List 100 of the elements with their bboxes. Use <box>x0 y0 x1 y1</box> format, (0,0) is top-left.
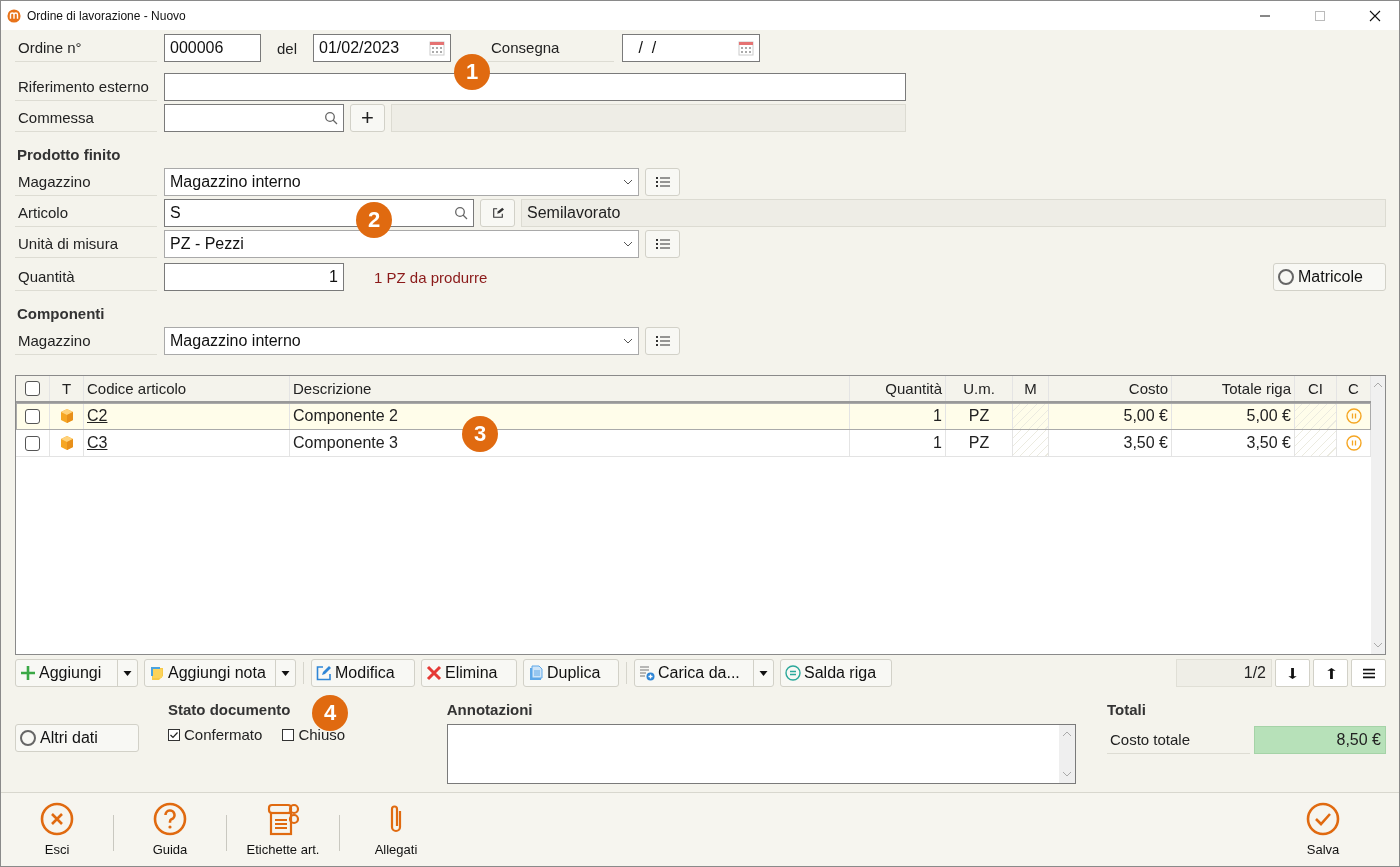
callout-number: 1 <box>454 54 490 90</box>
toolbar-button[interactable]: Aggiungi <box>15 659 138 687</box>
page-counter: 1/2 <box>1176 659 1272 687</box>
column-header[interactable]: Totale riga <box>1221 380 1291 397</box>
edit-button[interactable] <box>480 199 515 227</box>
delivery-date-field[interactable]: / / <box>622 34 761 62</box>
total-cost-value: 8,50 € <box>1254 726 1386 754</box>
column-header[interactable]: U.m. <box>963 380 995 397</box>
field-label: Consegna <box>488 34 615 62</box>
document-plus-icon <box>639 665 655 681</box>
pause-circle-icon <box>1345 435 1362 451</box>
field-label: Magazzino <box>15 327 157 355</box>
calendar-icon[interactable] <box>429 40 446 56</box>
section-title: Annotazioni <box>446 700 534 720</box>
field-label: Quantità <box>15 263 157 291</box>
field-label: Riferimento esterno <box>15 73 157 101</box>
table-cell: PZ <box>968 407 990 425</box>
field-label: Unità di misura <box>15 230 157 258</box>
checkbox[interactable] <box>282 728 295 741</box>
chevron-down-icon <box>623 241 633 247</box>
calendar-icon[interactable] <box>738 40 755 56</box>
table-cell: 3,50 € <box>1246 434 1291 452</box>
job-search-field[interactable] <box>164 104 344 132</box>
column-header[interactable]: Descrizione <box>293 380 372 397</box>
toolbar-button[interactable]: Aggiungi nota <box>144 659 296 687</box>
table-cell: 5,00 € <box>1123 407 1168 425</box>
footer-button[interactable]: Salva <box>1267 802 1379 857</box>
cube-icon <box>58 435 75 451</box>
caret-icon <box>281 670 290 676</box>
app-logo-icon <box>7 8 21 23</box>
edit-icon <box>490 207 505 219</box>
field-label: Commessa <box>15 104 157 132</box>
warehouse-select[interactable]: Magazzino interno <box>164 327 639 355</box>
footer-button[interactable]: Etichette art. <box>227 802 339 857</box>
other-data-button[interactable]: Altri dati <box>15 724 139 752</box>
warehouse-select[interactable]: Magazzino interno <box>164 168 639 196</box>
plus-icon <box>20 665 36 681</box>
table-cell: Componente 3 <box>293 434 398 452</box>
column-header[interactable]: Codice articolo <box>87 380 187 397</box>
table-cell: 1 <box>933 434 942 452</box>
field-label: Articolo <box>15 199 157 227</box>
column-header[interactable]: CI <box>1308 380 1323 397</box>
table-cell: 5,00 € <box>1246 407 1291 425</box>
callout-number: 4 <box>312 695 348 731</box>
article-code-link[interactable]: C3 <box>87 434 108 452</box>
label-printer-icon <box>266 802 300 836</box>
search-icon <box>324 111 338 125</box>
select-all-checkbox[interactable] <box>25 381 40 396</box>
field-label: Costo totale <box>1107 726 1250 754</box>
checkbox[interactable] <box>168 728 180 741</box>
table-cell: Componente 2 <box>293 407 398 425</box>
document-icon <box>528 665 544 681</box>
column-header[interactable]: Quantità <box>885 380 942 397</box>
date-field[interactable]: 01/02/2023 <box>313 34 452 62</box>
toolbar-button[interactable]: Carica da... <box>634 659 774 687</box>
toolbar-button[interactable]: Elimina <box>421 659 517 687</box>
table-cell: PZ <box>968 434 990 452</box>
column-header[interactable]: T <box>61 380 72 397</box>
toolbar-button[interactable]: Modifica <box>311 659 415 687</box>
close-icon[interactable] <box>1369 9 1381 22</box>
field-label: del <box>277 39 298 57</box>
add-button[interactable]: + <box>350 104 385 132</box>
row-checkbox[interactable] <box>25 435 40 451</box>
column-header[interactable]: C <box>1348 380 1359 397</box>
list-button[interactable] <box>645 230 680 258</box>
chevron-down-icon <box>623 338 633 344</box>
list-button[interactable] <box>645 327 680 355</box>
footer-button[interactable]: Esci <box>1 802 113 857</box>
section-title: Componenti <box>16 304 106 324</box>
pause-circle-icon <box>1345 408 1362 424</box>
table-cell: 3,50 € <box>1123 434 1168 452</box>
menu-button[interactable] <box>1351 659 1386 687</box>
move-up-button[interactable] <box>1313 659 1348 687</box>
checkbox-label[interactable]: Confermato <box>184 726 263 743</box>
article-description-field: Semilavorato <box>521 199 1386 227</box>
toolbar-button[interactable]: Salda riga <box>780 659 892 687</box>
unit-select[interactable]: PZ - Pezzi <box>164 230 639 258</box>
equals-circle-icon <box>785 665 801 681</box>
serials-button[interactable]: Matricole <box>1273 263 1386 291</box>
sticky-note-icon <box>149 665 165 681</box>
article-code-link[interactable]: C2 <box>87 407 108 425</box>
row-checkbox[interactable] <box>25 408 40 424</box>
edit-icon <box>316 665 332 681</box>
move-down-button[interactable] <box>1275 659 1310 687</box>
column-header[interactable]: M <box>1024 380 1037 397</box>
menu-icon <box>1362 666 1375 680</box>
footer-button[interactable]: Allegati <box>340 802 452 857</box>
list-button[interactable] <box>645 168 680 196</box>
quantity-field[interactable]: 1 <box>164 263 344 291</box>
section-title: Totali <box>1107 700 1147 720</box>
list-icon <box>655 176 670 188</box>
field-label: Magazzino <box>15 168 157 196</box>
footer-button[interactable]: Guida <box>114 802 226 857</box>
list-icon <box>655 238 670 250</box>
order-number-field[interactable]: 000006 <box>164 34 261 62</box>
toolbar-button[interactable]: Duplica <box>523 659 619 687</box>
paperclip-icon <box>390 805 402 833</box>
check-circle-icon <box>1306 802 1340 836</box>
column-header[interactable]: Costo <box>1128 380 1168 397</box>
caret-icon <box>759 670 768 676</box>
